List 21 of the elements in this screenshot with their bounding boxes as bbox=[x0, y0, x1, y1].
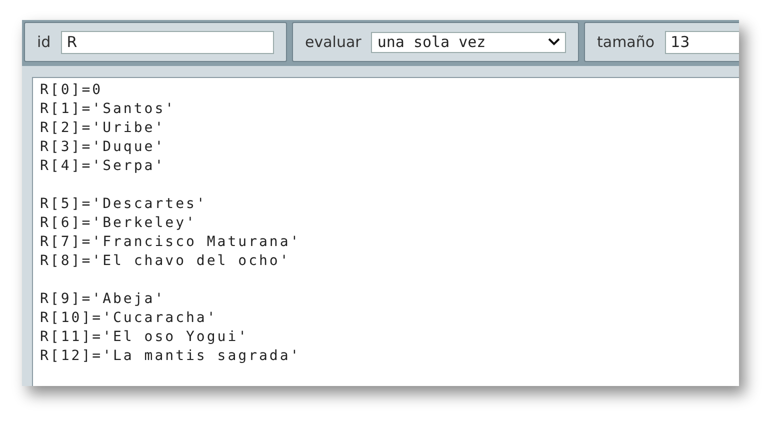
chevron-down-icon bbox=[548, 38, 560, 46]
code-line: R[6]='Berkeley' bbox=[40, 214, 196, 233]
size-input[interactable]: 13 bbox=[664, 30, 739, 54]
evaluate-select[interactable]: una sola vez bbox=[371, 32, 566, 52]
id-label: id bbox=[37, 32, 51, 53]
code-line: R[4]='Serpa' bbox=[40, 157, 166, 176]
code-line: R[7]='Francisco Maturana' bbox=[40, 233, 301, 252]
code-line: R[9]='Abeja' bbox=[40, 290, 166, 309]
evaluate-label: evaluar bbox=[305, 32, 362, 53]
code-line: R[10]='Cucaracha' bbox=[40, 309, 218, 328]
code-line: R[11]='El oso Yogui' bbox=[40, 328, 249, 347]
code-editor[interactable] bbox=[32, 77, 739, 386]
code-line: R[12]='La mantis sagrada' bbox=[40, 347, 301, 366]
code-line: R[8]='El chavo del ocho' bbox=[40, 252, 290, 271]
id-input[interactable]: R bbox=[60, 30, 274, 54]
code-line: R[2]='Uribe' bbox=[40, 119, 166, 138]
code-line: R[3]='Duque' bbox=[40, 138, 166, 157]
code-line: R[5]='Descartes' bbox=[40, 195, 207, 214]
code-line: R[0]=0 bbox=[40, 81, 103, 100]
code-line: R[1]='Santos' bbox=[40, 100, 176, 119]
size-label: tamaño bbox=[597, 32, 655, 53]
